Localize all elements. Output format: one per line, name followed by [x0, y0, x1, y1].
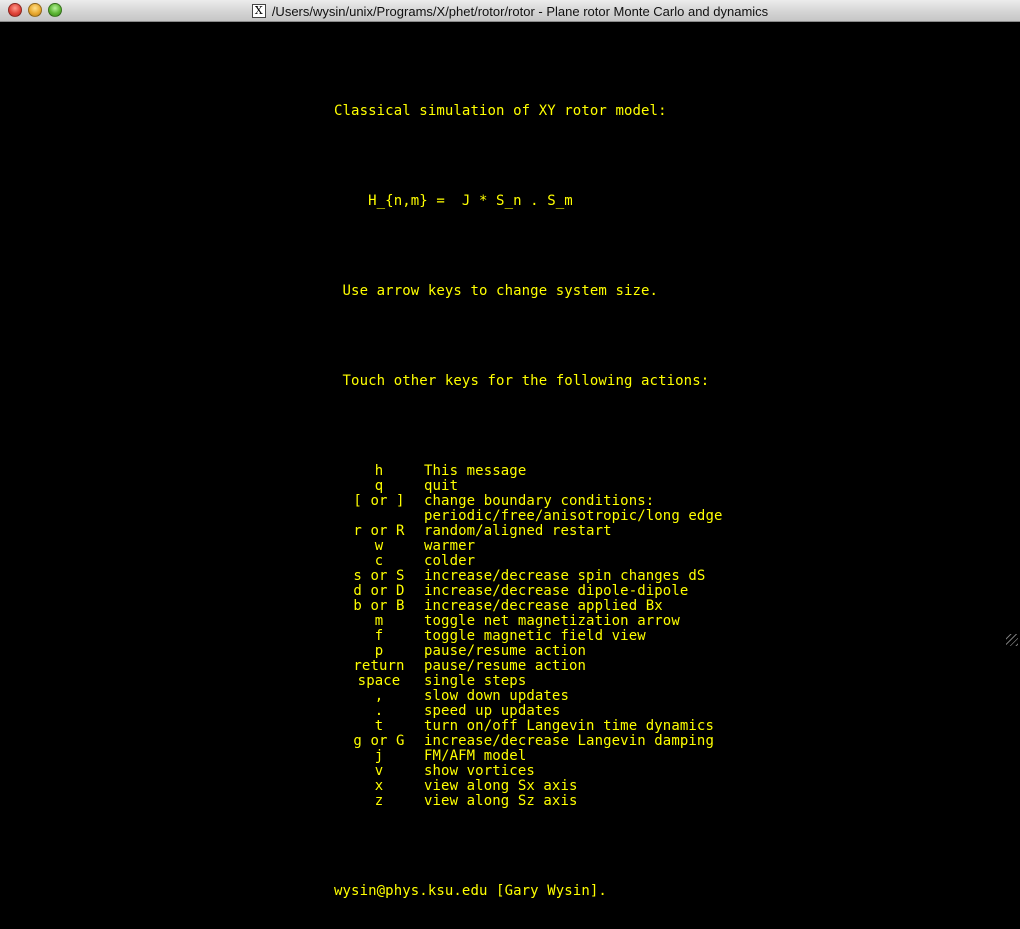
command-key: j: [374, 748, 384, 764]
command-row: g or G increase/decrease Langevin damping: [334, 734, 723, 749]
command-key: [334, 509, 424, 524]
command-description: toggle net magnetization arrow: [424, 613, 680, 629]
command-row: b or B increase/decrease applied Bx: [334, 599, 723, 614]
command-description: toggle magnetic field view: [424, 628, 646, 644]
command-description: turn on/off Langevin time dynamics: [424, 718, 714, 734]
command-row: f toggle magnetic field view: [334, 629, 723, 644]
command-key: w: [374, 538, 384, 554]
command-list: h This message q quit [ or ] change boundary …: [334, 464, 723, 809]
command-row: space single steps: [334, 674, 723, 689]
command-key: return: [353, 658, 405, 674]
help-text: Classical simulation of XY rotor model: …: [334, 74, 723, 929]
command-row: c colder: [334, 554, 723, 569]
command-description: increase/decrease Langevin damping: [424, 733, 714, 749]
command-description: quit: [424, 478, 459, 494]
command-row: t turn on/off Langevin time dynamics: [334, 719, 723, 734]
command-description: single steps: [424, 673, 527, 689]
command-row: v show vortices: [334, 764, 723, 779]
command-row: s or S increase/decrease spin changes dS: [334, 569, 723, 584]
x11-app-icon: X: [251, 4, 266, 18]
command-description: show vortices: [424, 763, 535, 779]
command-description: FM/AFM model: [424, 748, 527, 764]
command-row: return pause/resume action: [334, 659, 723, 674]
app-window: X /Users/wysin/unix/Programs/X/phet/roto…: [0, 0, 1020, 899]
command-key: t: [374, 718, 384, 734]
title-bar[interactable]: X /Users/wysin/unix/Programs/X/phet/roto…: [0, 0, 1020, 22]
command-description: This message: [424, 463, 527, 479]
command-key: h: [374, 463, 384, 479]
command-description: speed up updates: [424, 703, 561, 719]
command-row: , slow down updates: [334, 689, 723, 704]
command-key: s or S: [353, 568, 405, 584]
hamiltonian: H_{n,m} = J * S_n . S_m: [334, 193, 573, 209]
command-description: change boundary conditions:: [424, 493, 655, 509]
arrow-keys-message: Use arrow keys to change system size.: [334, 283, 659, 299]
command-description: random/aligned restart: [424, 523, 612, 539]
command-key: z: [374, 793, 384, 809]
window-title: /Users/wysin/unix/Programs/X/phet/rotor/…: [271, 3, 769, 19]
command-row: w warmer: [334, 539, 723, 554]
command-key: d or D: [353, 583, 405, 599]
command-row: q quit: [334, 479, 723, 494]
command-description: view along Sx axis: [424, 778, 578, 794]
command-row: p pause/resume action: [334, 644, 723, 659]
command-key: r or R: [353, 523, 405, 539]
command-key: space: [357, 673, 401, 689]
command-key: p: [374, 643, 384, 659]
command-description: increase/decrease applied Bx: [424, 598, 663, 614]
command-key: g or G: [353, 733, 405, 749]
command-row: j FM/AFM model: [334, 749, 723, 764]
resize-grip-icon[interactable]: [1006, 634, 1018, 646]
command-description: colder: [424, 553, 476, 569]
command-row: [ or ] change boundary conditions:: [334, 494, 723, 509]
command-description: pause/resume action: [424, 643, 587, 659]
command-key: v: [374, 763, 384, 779]
command-row: x view along Sx axis: [334, 779, 723, 794]
touch-keys-message: Touch other keys for the following actio…: [334, 373, 710, 389]
command-key: [ or ]: [353, 493, 405, 509]
command-row: d or D increase/decrease dipole-dipole: [334, 584, 723, 599]
title-group: X /Users/wysin/unix/Programs/X/phet/roto…: [0, 0, 1020, 22]
command-key: ,: [374, 688, 384, 704]
author-footer: wysin@phys.ksu.edu [Gary Wysin].: [334, 883, 607, 899]
command-description: pause/resume action: [424, 658, 587, 674]
command-key: b or B: [353, 598, 405, 614]
command-key: c: [374, 553, 384, 569]
command-description: slow down updates: [424, 688, 569, 704]
command-description: periodic/free/anisotropic/long edge: [424, 508, 723, 524]
command-key: q: [374, 478, 384, 494]
command-row: h This message: [334, 464, 723, 479]
terminal-view[interactable]: Classical simulation of XY rotor model: …: [0, 22, 1020, 899]
command-description: increase/decrease dipole-dipole: [424, 583, 689, 599]
command-key: f: [374, 628, 384, 644]
command-row: r or R random/aligned restart: [334, 524, 723, 539]
command-row: periodic/free/anisotropic/long edge: [334, 509, 723, 524]
command-description: view along Sz axis: [424, 793, 578, 809]
command-row: . speed up updates: [334, 704, 723, 719]
heading: Classical simulation of XY rotor model:: [334, 103, 667, 119]
command-row: m toggle net magnetization arrow: [334, 614, 723, 629]
command-description: warmer: [424, 538, 476, 554]
command-key: m: [374, 613, 384, 629]
command-row: z view along Sz axis: [334, 794, 723, 809]
command-key: x: [374, 778, 384, 794]
command-key: .: [374, 703, 384, 719]
command-description: increase/decrease spin changes dS: [424, 568, 706, 584]
